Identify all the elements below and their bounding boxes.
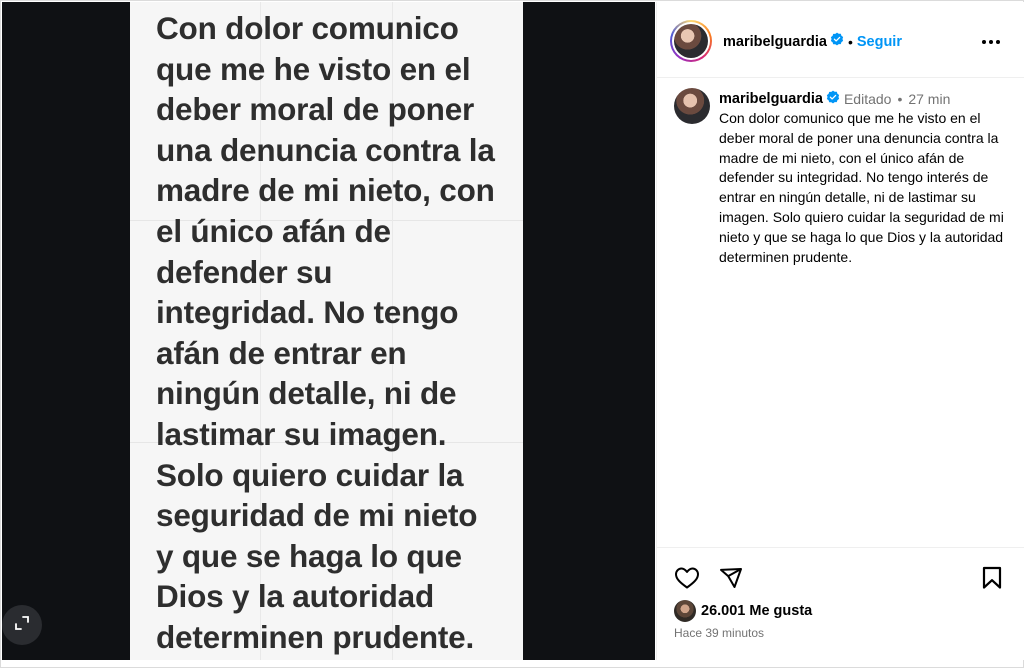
heart-icon — [674, 566, 700, 595]
like-button[interactable] — [673, 566, 701, 594]
post-actions: 26.001 Me gusta Hace 39 minutos — [657, 547, 1024, 660]
more-options-button[interactable] — [979, 31, 1003, 51]
caption-avatar[interactable] — [674, 88, 710, 124]
avatar[interactable] — [670, 20, 712, 62]
caption-text: Con dolor comunico que me he visto en el… — [719, 110, 1004, 265]
header-separator: • — [847, 33, 853, 50]
post-media[interactable]: Con dolor comunico que me he visto en el… — [2, 2, 655, 660]
media-text: Con dolor comunico que me he visto en el… — [156, 10, 495, 655]
post-timestamp[interactable]: Hace 39 minutos — [674, 626, 764, 640]
post-panel: maribelguardia • Seguir maribelguardia E… — [656, 2, 1024, 660]
follow-button[interactable]: Seguir — [857, 34, 902, 50]
more-options-icon — [981, 32, 1001, 50]
liker-avatar[interactable] — [674, 600, 696, 622]
post-dialog: Con dolor comunico que me he visto en el… — [0, 0, 1024, 668]
share-button[interactable] — [717, 566, 745, 594]
expand-button[interactable] — [2, 605, 42, 645]
caption-separator: • — [897, 91, 903, 107]
post-header: maribelguardia • Seguir — [657, 2, 1024, 78]
caption-time[interactable]: 27 min — [908, 91, 950, 107]
header-username[interactable]: maribelguardia — [723, 34, 827, 50]
media-image: Con dolor comunico que me he visto en el… — [130, 2, 523, 660]
edited-label: Editado — [843, 91, 892, 107]
verified-badge-icon — [826, 90, 840, 108]
verified-badge-icon — [830, 32, 844, 51]
share-icon — [719, 566, 743, 595]
caption-username[interactable]: maribelguardia — [719, 91, 823, 107]
bookmark-icon — [981, 566, 1003, 595]
likes-count[interactable]: 26.001 Me gusta — [701, 603, 812, 619]
expand-icon — [11, 612, 33, 639]
save-button[interactable] — [978, 566, 1006, 594]
